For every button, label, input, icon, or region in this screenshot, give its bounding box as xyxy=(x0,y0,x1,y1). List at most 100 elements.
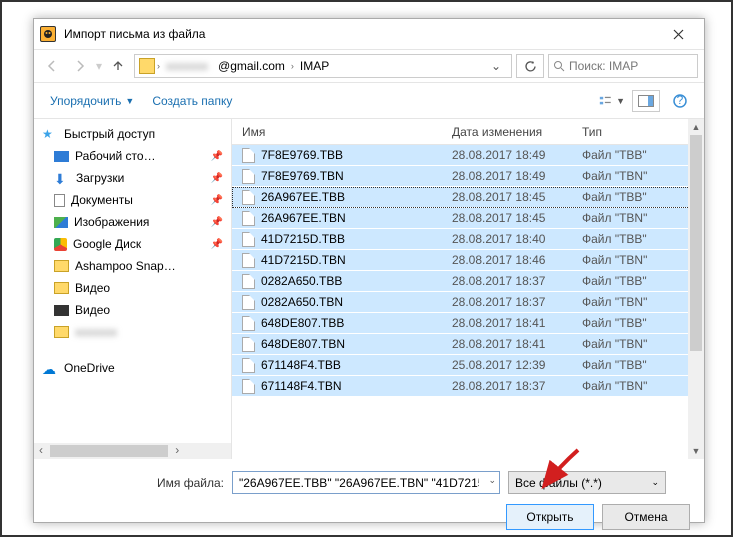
refresh-button[interactable] xyxy=(516,54,544,78)
file-icon xyxy=(242,148,255,163)
forward-button[interactable] xyxy=(68,54,92,78)
file-type: Файл "TBN" xyxy=(572,211,704,225)
file-icon xyxy=(242,337,255,352)
new-folder-button[interactable]: Создать папку xyxy=(146,90,238,112)
file-name: 671148F4.TBB xyxy=(261,358,341,372)
preview-pane-button[interactable] xyxy=(632,90,660,112)
desktop-icon xyxy=(54,151,69,162)
filename-label: Имя файла: xyxy=(48,476,224,490)
toolbar: Упорядочить ▼ Создать папку ▼ ? xyxy=(34,83,704,119)
file-type: Файл "TBN" xyxy=(572,253,704,267)
folder-icon xyxy=(54,260,69,272)
sidebar-item-desktop[interactable]: Рабочий сто…📌 xyxy=(34,145,231,167)
file-icon xyxy=(242,211,255,226)
cancel-button[interactable]: Отмена xyxy=(602,504,690,530)
breadcrumb-segment-blurred[interactable]: xxxxxxx xyxy=(162,59,212,73)
pin-icon: 📌 xyxy=(211,173,223,184)
sidebar-scrollbar[interactable]: ‹› xyxy=(34,443,231,459)
download-icon: ⬇ xyxy=(54,171,70,185)
app-icon xyxy=(40,26,56,42)
file-type: Файл "TBB" xyxy=(572,358,704,372)
file-icon xyxy=(242,358,255,373)
column-header-date[interactable]: Дата изменения xyxy=(442,125,572,139)
chevron-right-icon: › xyxy=(291,61,294,71)
pin-icon: 📌 xyxy=(211,239,223,250)
breadcrumb[interactable]: › xxxxxxx @gmail.com › IMAP ⌄ xyxy=(134,54,512,78)
nav-history-dropdown[interactable]: ▾ xyxy=(96,59,102,73)
file-date: 28.08.2017 18:37 xyxy=(442,379,572,393)
file-type: Файл "TBN" xyxy=(572,169,704,183)
filename-history-dropdown[interactable]: ⌄ xyxy=(488,475,496,486)
sidebar-item-blurred[interactable]: xxxxxxx xyxy=(34,321,231,343)
file-type: Файл "TBB" xyxy=(572,148,704,162)
breadcrumb-segment-account[interactable]: @gmail.com xyxy=(214,59,289,73)
file-date: 28.08.2017 18:37 xyxy=(442,274,572,288)
column-header-type[interactable]: Тип xyxy=(572,125,704,139)
file-icon xyxy=(242,379,255,394)
file-type: Файл "TBB" xyxy=(572,232,704,246)
sidebar-onedrive[interactable]: ☁OneDrive xyxy=(34,357,231,379)
file-row[interactable]: 648DE807.TBB28.08.2017 18:41Файл "TBB" xyxy=(232,313,704,334)
sidebar-item-gdrive[interactable]: Google Диск📌 xyxy=(34,233,231,255)
sidebar-item-ashampoo[interactable]: Ashampoo Snap… xyxy=(34,255,231,277)
close-button[interactable] xyxy=(658,20,698,48)
file-name: 26A967EE.TBB xyxy=(261,190,345,204)
breadcrumb-segment-folder[interactable]: IMAP xyxy=(296,59,333,73)
sidebar-item-downloads[interactable]: ⬇Загрузки📌 xyxy=(34,167,231,189)
back-button[interactable] xyxy=(40,54,64,78)
sidebar-quick-access[interactable]: ★ Быстрый доступ xyxy=(34,123,231,145)
file-icon xyxy=(242,190,255,205)
sidebar-item-documents[interactable]: Документы📌 xyxy=(34,189,231,211)
up-button[interactable] xyxy=(106,54,130,78)
file-list-header: Имя Дата изменения Тип xyxy=(232,119,704,145)
file-row[interactable]: 41D7215D.TBB28.08.2017 18:40Файл "TBB" xyxy=(232,229,704,250)
titlebar: Импорт письма из файла xyxy=(34,19,704,49)
file-row[interactable]: 648DE807.TBN28.08.2017 18:41Файл "TBN" xyxy=(232,334,704,355)
file-type: Файл "TBB" xyxy=(572,316,704,330)
file-row[interactable]: 41D7215D.TBN28.08.2017 18:46Файл "TBN" xyxy=(232,250,704,271)
file-row[interactable]: 7F8E9769.TBN28.08.2017 18:49Файл "TBN" xyxy=(232,166,704,187)
images-icon xyxy=(54,217,68,228)
file-icon xyxy=(242,169,255,184)
file-date: 25.08.2017 12:39 xyxy=(442,358,572,372)
dialog-body: ★ Быстрый доступ Рабочий сто…📌 ⬇Загрузки… xyxy=(34,119,704,459)
column-header-name[interactable]: Имя xyxy=(232,125,442,139)
file-name: 41D7215D.TBN xyxy=(261,253,346,267)
filename-input[interactable] xyxy=(232,471,500,494)
file-type: Файл "TBN" xyxy=(572,295,704,309)
file-name: 7F8E9769.TBN xyxy=(261,169,344,183)
help-button[interactable]: ? xyxy=(666,90,694,112)
file-row[interactable]: 0282A650.TBB 28.08.2017 18:37Файл "TBB" xyxy=(232,271,704,292)
onedrive-icon: ☁ xyxy=(42,361,58,375)
gdrive-icon xyxy=(54,238,67,251)
sidebar-item-images[interactable]: Изображения📌 xyxy=(34,211,231,233)
dialog-footer: Имя файла: ⌄ Все файлы (*.*)⌄ Открыть От… xyxy=(34,459,704,544)
file-list: Имя Дата изменения Тип 7F8E9769.TBB28.08… xyxy=(232,119,704,459)
file-date: 28.08.2017 18:45 xyxy=(442,190,572,204)
nav-bar: ▾ › xxxxxxx @gmail.com › IMAP ⌄ Поиск: I… xyxy=(34,49,704,83)
file-row[interactable]: 26A967EE.TBB28.08.2017 18:45Файл "TBB" xyxy=(232,187,704,208)
filetype-filter[interactable]: Все файлы (*.*)⌄ xyxy=(508,471,666,494)
star-icon: ★ xyxy=(42,127,58,141)
file-row[interactable]: 671148F4.TBN28.08.2017 18:37Файл "TBN" xyxy=(232,376,704,397)
document-icon xyxy=(54,194,65,207)
file-name: 0282A650.TBB xyxy=(261,274,342,288)
search-input[interactable]: Поиск: IMAP xyxy=(548,54,698,78)
sidebar-item-video2[interactable]: Видео xyxy=(34,299,231,321)
file-row[interactable]: 0282A650.TBN28.08.2017 18:37Файл "TBN" xyxy=(232,292,704,313)
organize-menu[interactable]: Упорядочить ▼ xyxy=(44,90,140,112)
open-button[interactable]: Открыть xyxy=(506,504,594,530)
view-options-button[interactable]: ▼ xyxy=(598,90,626,112)
file-type: Файл "TBB" xyxy=(572,274,704,288)
file-row[interactable]: 26A967EE.TBN28.08.2017 18:45Файл "TBN" xyxy=(232,208,704,229)
sidebar-item-video1[interactable]: Видео xyxy=(34,277,231,299)
file-list-scrollbar[interactable]: ▲▼ xyxy=(688,119,704,459)
breadcrumb-dropdown[interactable]: ⌄ xyxy=(485,59,507,73)
file-name: 0282A650.TBN xyxy=(261,295,343,309)
pin-icon: 📌 xyxy=(211,151,223,162)
pin-icon: 📌 xyxy=(211,195,223,206)
search-icon xyxy=(553,60,565,72)
file-row[interactable]: 7F8E9769.TBB28.08.2017 18:49Файл "TBB" xyxy=(232,145,704,166)
file-date: 28.08.2017 18:41 xyxy=(442,316,572,330)
file-row[interactable]: 671148F4.TBB 25.08.2017 12:39Файл "TBB" xyxy=(232,355,704,376)
